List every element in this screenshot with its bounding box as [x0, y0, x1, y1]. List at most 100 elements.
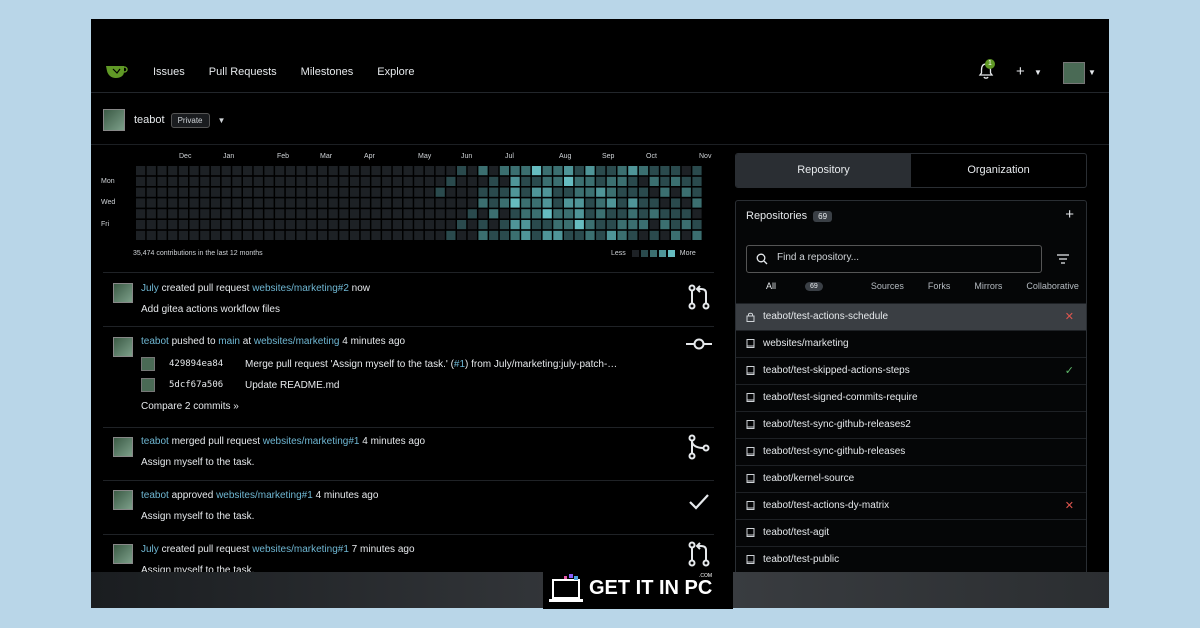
heatmap-cell[interactable]	[692, 230, 702, 240]
heatmap-cell[interactable]	[157, 230, 167, 240]
heatmap-cell[interactable]	[628, 187, 638, 197]
heatmap-cell[interactable]	[414, 209, 424, 219]
heatmap-cell[interactable]	[542, 198, 552, 208]
heatmap-cell[interactable]	[660, 176, 670, 186]
feed-detail[interactable]: Assign myself to the task.	[141, 511, 254, 522]
heatmap-cell[interactable]	[232, 220, 242, 230]
heatmap-cell[interactable]	[221, 220, 231, 230]
heatmap-cell[interactable]	[382, 220, 392, 230]
heatmap-cell[interactable]	[360, 187, 370, 197]
heatmap-cell[interactable]	[606, 220, 616, 230]
heatmap-cell[interactable]	[371, 166, 381, 176]
repo-row[interactable]: teabot/kernel-source	[736, 465, 1086, 492]
heatmap-cell[interactable]	[350, 220, 360, 230]
feed-target[interactable]: websites/marketing#1	[216, 490, 313, 501]
heatmap-cell[interactable]	[253, 166, 263, 176]
repo-name[interactable]: teabot/test-actions-schedule	[763, 311, 888, 322]
heatmap-cell[interactable]	[553, 220, 563, 230]
heatmap-cell[interactable]	[178, 230, 188, 240]
heatmap-cell[interactable]	[638, 198, 649, 208]
heatmap-cell[interactable]	[275, 209, 285, 219]
heatmap-cell[interactable]	[574, 176, 584, 186]
heatmap-cell[interactable]	[521, 187, 531, 197]
heatmap-cell[interactable]	[210, 209, 221, 219]
heatmap-cell[interactable]	[489, 198, 499, 208]
heatmap-cell[interactable]	[178, 187, 188, 197]
avatar[interactable]	[113, 544, 133, 564]
heatmap-cell[interactable]	[328, 220, 338, 230]
heatmap-cell[interactable]	[360, 209, 370, 219]
heatmap-cell[interactable]	[457, 209, 467, 219]
heatmap-cell[interactable]	[638, 230, 649, 240]
feed-user[interactable]: teabot	[141, 436, 169, 447]
heatmap-cell[interactable]	[157, 209, 167, 219]
heatmap-cell[interactable]	[499, 230, 509, 240]
heatmap-cell[interactable]	[221, 176, 231, 186]
heatmap-cell[interactable]	[360, 220, 370, 230]
heatmap-cell[interactable]	[307, 187, 317, 197]
heatmap-cell[interactable]	[606, 166, 616, 176]
heatmap-cell[interactable]	[521, 230, 531, 240]
heatmap-cell[interactable]	[531, 187, 542, 197]
heatmap-cell[interactable]	[457, 230, 467, 240]
heatmap-cell[interactable]	[232, 176, 242, 186]
heatmap-cell[interactable]	[510, 176, 520, 186]
heatmap-cell[interactable]	[564, 198, 574, 208]
heatmap-cell[interactable]	[499, 176, 509, 186]
heatmap-cell[interactable]	[243, 176, 253, 186]
heatmap-cell[interactable]	[510, 187, 520, 197]
heatmap-cell[interactable]	[210, 220, 221, 230]
heatmap-cell[interactable]	[296, 166, 306, 176]
heatmap-cell[interactable]	[221, 166, 231, 176]
status-fail-icon[interactable]: ✕	[1065, 499, 1074, 512]
repo-row[interactable]: teabot/test-agit	[736, 519, 1086, 546]
heatmap-cell[interactable]	[574, 230, 584, 240]
heatmap-cell[interactable]	[435, 187, 445, 197]
heatmap-cell[interactable]	[617, 198, 627, 208]
heatmap-cell[interactable]	[692, 198, 702, 208]
feed-user[interactable]: July	[141, 544, 159, 555]
heatmap-cell[interactable]	[157, 220, 167, 230]
create-new-button[interactable]: +	[1016, 63, 1025, 80]
heatmap-cell[interactable]	[606, 198, 616, 208]
heatmap-cell[interactable]	[136, 176, 146, 186]
heatmap-cell[interactable]	[671, 230, 681, 240]
heatmap-cell[interactable]	[489, 230, 499, 240]
heatmap-cell[interactable]	[360, 176, 370, 186]
heatmap-cell[interactable]	[553, 209, 563, 219]
heatmap-cell[interactable]	[478, 230, 488, 240]
heatmap-cell[interactable]	[136, 198, 146, 208]
heatmap-cell[interactable]	[285, 209, 295, 219]
heatmap-cell[interactable]	[531, 230, 542, 240]
heatmap-cell[interactable]	[350, 230, 360, 240]
heatmap-cell[interactable]	[200, 176, 210, 186]
user-avatar[interactable]	[1063, 62, 1085, 84]
status-success-icon[interactable]: ✓	[1065, 364, 1074, 377]
heatmap-cell[interactable]	[660, 187, 670, 197]
heatmap-cell[interactable]	[617, 187, 627, 197]
heatmap-cell[interactable]	[564, 166, 574, 176]
heatmap-cell[interactable]	[189, 209, 199, 219]
heatmap-cell[interactable]	[478, 198, 488, 208]
feed-target[interactable]: websites/marketing#2	[252, 283, 349, 294]
feed-target[interactable]: websites/marketing#1	[263, 436, 360, 447]
heatmap-cell[interactable]	[371, 176, 381, 186]
heatmap-cell[interactable]	[136, 209, 146, 219]
heatmap-cell[interactable]	[585, 209, 595, 219]
heatmap-cell[interactable]	[671, 220, 681, 230]
heatmap-cell[interactable]	[435, 230, 445, 240]
feed-user[interactable]: teabot	[141, 336, 169, 347]
heatmap-cell[interactable]	[168, 230, 178, 240]
heatmap-cell[interactable]	[521, 176, 531, 186]
heatmap-cell[interactable]	[403, 220, 413, 230]
heatmap-cell[interactable]	[178, 198, 188, 208]
heatmap-cell[interactable]	[189, 176, 199, 186]
heatmap-cell[interactable]	[339, 220, 349, 230]
heatmap-cell[interactable]	[157, 198, 167, 208]
heatmap-cell[interactable]	[403, 198, 413, 208]
heatmap-cell[interactable]	[606, 176, 616, 186]
heatmap-cell[interactable]	[168, 198, 178, 208]
heatmap-cell[interactable]	[275, 198, 285, 208]
repo-name[interactable]: teabot/test-signed-commits-require	[763, 392, 918, 403]
heatmap-cell[interactable]	[638, 166, 649, 176]
